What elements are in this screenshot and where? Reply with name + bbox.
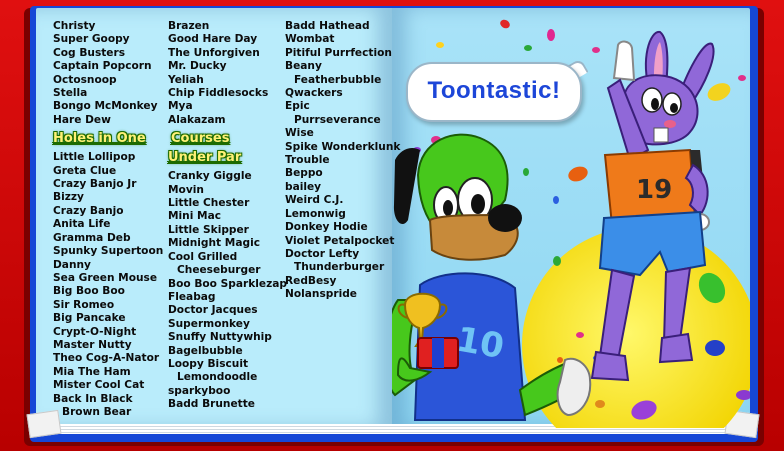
speech-bubble: Toontastic!	[406, 62, 582, 122]
illustration: 10 19	[392, 19, 750, 428]
dog-shirt-number: 10	[453, 319, 507, 367]
speech-bubble-text: Toontastic!	[427, 77, 561, 104]
rabbit-shirt-number: 19	[636, 175, 672, 205]
